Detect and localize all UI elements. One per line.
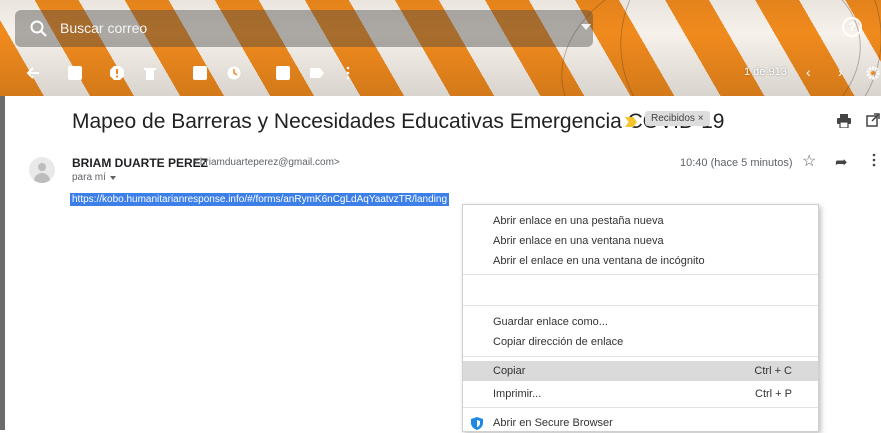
more-options-icon[interactable]: [345, 66, 351, 80]
menu-divider: [463, 274, 818, 275]
avatar-body-icon: [34, 173, 50, 183]
context-menu: Abrir enlace en una pestaña nueva Abrir …: [462, 204, 819, 432]
settings-gear-icon[interactable]: [866, 66, 880, 80]
label-chip-inbox[interactable]: Recibidos ×: [645, 111, 710, 126]
email-subject: Mapeo de Barreras y Necesidades Educativ…: [72, 110, 725, 133]
delete-icon[interactable]: [143, 66, 157, 80]
menu-item-open-new-tab[interactable]: Abrir enlace en una pestaña nueva: [463, 211, 818, 231]
label-icon[interactable]: [310, 66, 324, 80]
search-bar[interactable]: Buscar correo: [15, 10, 593, 47]
search-options-icon[interactable]: [581, 24, 591, 30]
search-input[interactable]: Buscar correo: [60, 20, 147, 36]
header-banner: Buscar correo ? 1 de 913 ‹ ›: [0, 0, 881, 96]
print-icon[interactable]: [837, 114, 851, 128]
back-arrow-icon[interactable]: [26, 66, 40, 80]
umbrella-decoration: [600, 0, 881, 96]
open-new-window-icon[interactable]: [866, 113, 880, 127]
move-to-icon[interactable]: [276, 66, 290, 80]
message-timestamp: 10:40 (hace 5 minutos): [680, 157, 793, 169]
label-chip-text: Recibidos: [651, 113, 695, 124]
menu-item-save-link[interactable]: Guardar enlace como...: [463, 312, 818, 332]
sender-name[interactable]: BRIAM DUARTE PEREZ: [72, 156, 208, 170]
recipient-details[interactable]: para mí: [72, 172, 106, 183]
snooze-icon[interactable]: [227, 66, 241, 80]
reply-icon[interactable]: ➦: [835, 155, 848, 170]
menu-item-print[interactable]: Imprimir... Ctrl + P: [463, 384, 818, 404]
menu-item-open-incognito[interactable]: Abrir el enlace en una ventana de incógn…: [463, 251, 818, 271]
chevron-down-icon[interactable]: [110, 176, 116, 180]
archive-icon[interactable]: [68, 66, 82, 80]
menu-item-copy-link-address[interactable]: Copiar dirección de enlace: [463, 332, 818, 352]
remove-label-icon[interactable]: ×: [698, 113, 704, 124]
left-edge-bar: [0, 96, 5, 430]
menu-divider: [463, 305, 818, 306]
star-icon[interactable]: ☆: [802, 154, 816, 170]
more-actions-icon[interactable]: [871, 153, 877, 167]
menu-item-copy[interactable]: Copiar Ctrl + C: [463, 361, 818, 381]
shield-icon: [471, 417, 483, 430]
report-spam-icon[interactable]: [110, 66, 124, 80]
menu-item-open-new-window[interactable]: Abrir enlace en una ventana nueva: [463, 231, 818, 251]
sender-email: <briamduarteperez@gmail.com>: [194, 157, 340, 168]
newer-chevron-icon[interactable]: ›: [838, 64, 843, 80]
help-icon[interactable]: ?: [842, 17, 862, 37]
avatar[interactable]: [29, 157, 55, 183]
message-counter: 1 de 913: [744, 66, 787, 78]
avatar-head-icon: [38, 163, 46, 171]
older-chevron-icon[interactable]: ‹: [806, 64, 811, 80]
menu-item-secure-browser[interactable]: Abrir en Secure Browser: [463, 413, 818, 433]
mark-unread-icon[interactable]: [193, 66, 207, 80]
menu-divider: [463, 356, 818, 357]
selected-link[interactable]: https://kobo.humanitarianresponse.info/#…: [70, 193, 450, 206]
search-icon[interactable]: [29, 19, 49, 39]
menu-divider: [463, 407, 818, 408]
